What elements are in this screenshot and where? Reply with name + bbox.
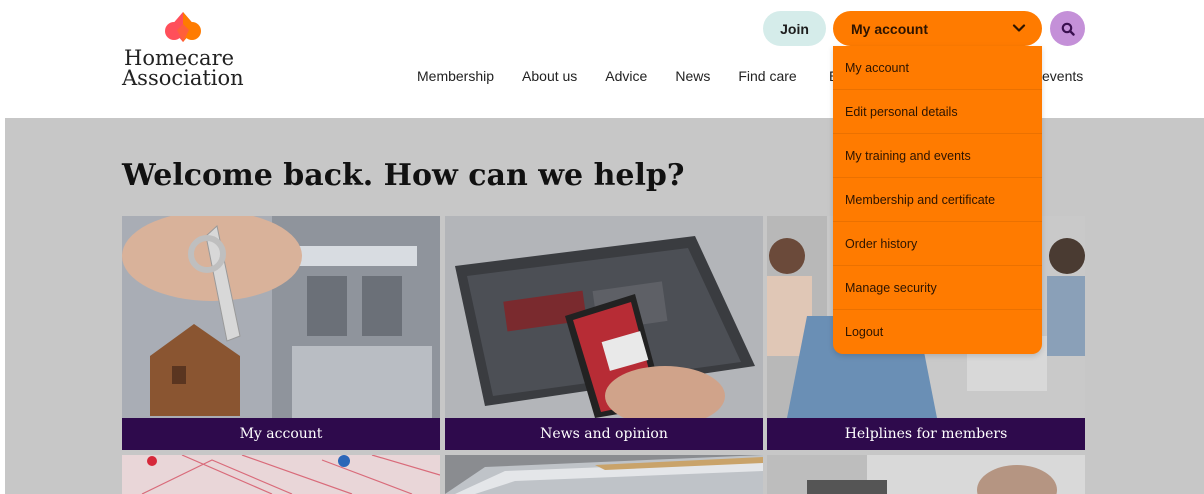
nav-item-news[interactable]: News <box>675 68 710 84</box>
menu-item-my-account[interactable]: My account <box>833 46 1042 90</box>
logo-line-1: Homecare <box>124 46 235 70</box>
logo-text: Homecare Association <box>122 46 244 90</box>
my-account-button[interactable]: My account <box>833 11 1042 46</box>
menu-item-membership-and-certificate[interactable]: Membership and certificate <box>833 178 1042 222</box>
nav-item-partial-right[interactable]: events <box>1042 68 1083 84</box>
file-folders-image <box>445 455 763 494</box>
card-row2-col1[interactable] <box>122 455 440 494</box>
search-icon <box>1061 22 1075 36</box>
news-phone-image <box>445 216 763 418</box>
logo-mark-icon <box>165 12 201 42</box>
network-pins-image <box>122 455 440 494</box>
card-row2-col2[interactable] <box>445 455 763 494</box>
menu-item-edit-personal-details[interactable]: Edit personal details <box>833 90 1042 134</box>
card-caption: Helplines for members <box>767 418 1085 450</box>
card-caption: News and opinion <box>445 418 763 450</box>
nav-item-about-us[interactable]: About us <box>522 68 577 84</box>
nav-item-membership[interactable]: Membership <box>417 68 494 84</box>
menu-item-order-history[interactable]: Order history <box>833 222 1042 266</box>
card-news-and-opinion[interactable]: News and opinion <box>445 216 763 450</box>
main-nav: Membership About us Advice News Find car… <box>417 68 825 84</box>
account-dropdown-menu: My account Edit personal details My trai… <box>833 46 1042 354</box>
nav-item-advice[interactable]: Advice <box>605 68 647 84</box>
keys-house-image <box>122 216 440 418</box>
search-button[interactable] <box>1050 11 1085 46</box>
menu-item-logout[interactable]: Logout <box>833 310 1042 354</box>
page-heading: Welcome back. How can we help? <box>122 158 685 193</box>
my-account-button-label: My account <box>851 20 929 37</box>
card-my-account[interactable]: My account <box>122 216 440 450</box>
meeting-people-image <box>767 455 1085 494</box>
homecare-association-logo[interactable]: Homecare Association <box>122 10 252 90</box>
menu-item-my-training-and-events[interactable]: My training and events <box>833 134 1042 178</box>
nav-item-find-care[interactable]: Find care <box>738 68 796 84</box>
card-row2-col3[interactable] <box>767 455 1085 494</box>
logo-line-2: Association <box>122 66 244 90</box>
join-button[interactable]: Join <box>763 11 826 46</box>
chevron-down-icon <box>1012 24 1026 32</box>
menu-item-manage-security[interactable]: Manage security <box>833 266 1042 310</box>
card-caption: My account <box>122 418 440 450</box>
